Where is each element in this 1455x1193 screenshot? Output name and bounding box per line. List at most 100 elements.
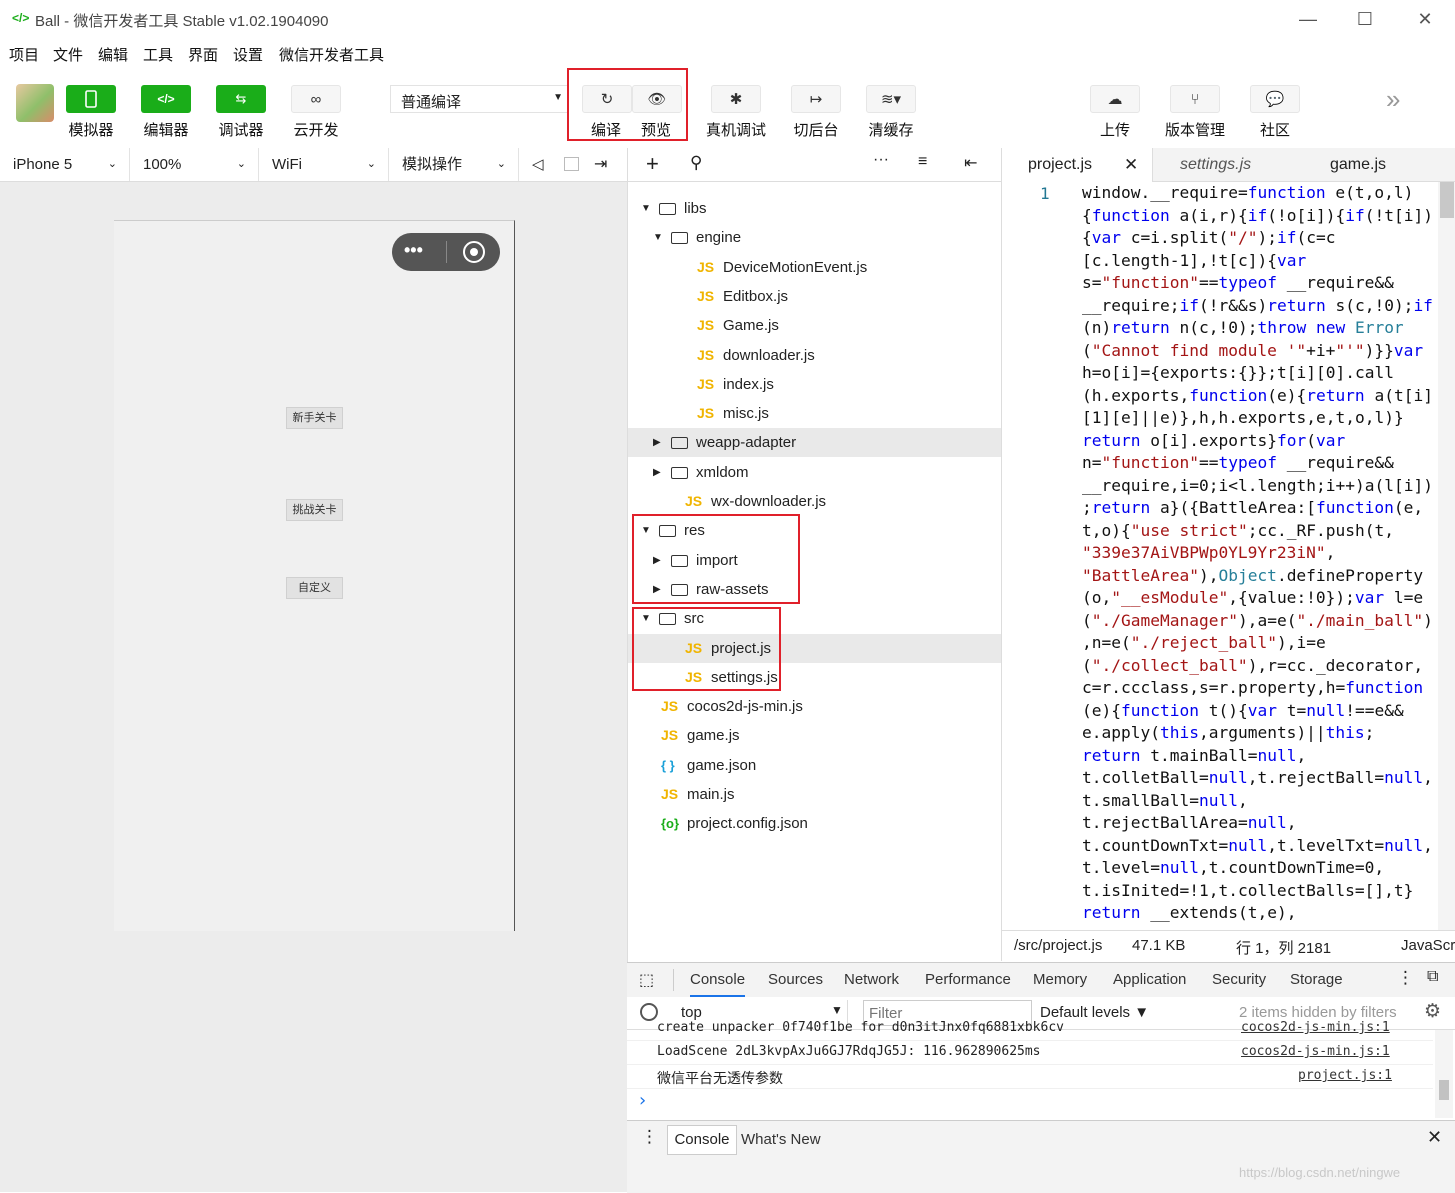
code-line[interactable]: s="function"==typeof __require&& <box>1082 272 1433 295</box>
status-position[interactable]: 行 1，列 2181 <box>1236 937 1331 958</box>
code-line[interactable]: (e){function t(){var t=null!==e&& <box>1082 700 1433 723</box>
close-target-icon[interactable] <box>463 241 485 263</box>
code-line[interactable]: {var c=i.split("/");if(c=c <box>1082 227 1433 250</box>
menu-devtools[interactable]: 微信开发者工具 <box>279 44 384 65</box>
code-line[interactable]: ;return a}({BattleArea:[function(e, <box>1082 497 1433 520</box>
tree-file[interactable]: JS Game.js <box>628 311 1002 340</box>
code-line[interactable]: return __extends(t,e), <box>1082 902 1433 925</box>
console-source-link[interactable]: cocos2d-js-min.js:1 <box>1241 1044 1390 1059</box>
tab-sources[interactable]: Sources <box>768 963 823 997</box>
code-editor[interactable]: 1 window.__require=function e(t,o,l) {fun… <box>1001 182 1455 930</box>
caret-down-icon[interactable]: ▼ <box>653 223 663 252</box>
avatar[interactable] <box>16 84 54 122</box>
simulator-button[interactable] <box>66 85 116 113</box>
operation-select[interactable]: 模拟操作 ⌄ <box>389 148 519 181</box>
kebab-icon[interactable]: ⋮ <box>1397 968 1414 988</box>
collapse-all-icon[interactable]: ≡ <box>918 153 927 171</box>
code-line[interactable]: __require,i=0;i<l.length;i++)a(l[i]) <box>1082 475 1433 498</box>
console-scrollbar[interactable] <box>1435 1030 1453 1118</box>
capsule-menu[interactable]: ••• <box>392 233 500 271</box>
tree-file[interactable]: JS DeviceMotionEvent.js <box>628 253 1002 282</box>
tab-application[interactable]: Application <box>1113 963 1186 997</box>
upload-button[interactable]: ☁ <box>1090 85 1140 113</box>
caret-down-icon[interactable]: ▼ <box>641 194 651 223</box>
code-line[interactable]: (h.exports,function(e){return a(t[i] <box>1082 385 1433 408</box>
console-source-link[interactable]: cocos2d-js-min.js:1 <box>1241 1020 1390 1035</box>
custom-level-button[interactable]: 自定义 <box>286 577 343 599</box>
tree-file[interactable]: JS index.js <box>628 370 1002 399</box>
zoom-select[interactable]: 100% ⌄ <box>130 148 259 181</box>
tree-file[interactable]: JS Editbox.js <box>628 282 1002 311</box>
community-button[interactable]: 💬 <box>1250 85 1300 113</box>
preview-button[interactable]: 👁 <box>632 85 682 113</box>
volume-icon[interactable]: ◁ <box>532 155 544 173</box>
tree-folder[interactable]: ▶ weapp-adapter <box>628 428 1002 458</box>
menu-project[interactable]: 项目 <box>9 44 39 65</box>
menu-edit[interactable]: 编辑 <box>98 44 128 65</box>
code-line[interactable]: [c.length-1],!t[c]){var <box>1082 250 1433 273</box>
screen-icon[interactable] <box>564 157 579 171</box>
search-icon[interactable]: ⚲ <box>690 153 702 173</box>
code-line[interactable]: "339e37AiVBPWp0YL9Yr23iN", <box>1082 542 1433 565</box>
menu-view[interactable]: 界面 <box>188 44 218 65</box>
editor-button[interactable]: </> <box>141 85 191 113</box>
background-button[interactable]: ↦ <box>791 85 841 113</box>
split-icon[interactable]: ⇤ <box>964 153 977 173</box>
tab-network[interactable]: Network <box>844 963 899 997</box>
drawer-tab-console[interactable]: Console <box>667 1125 737 1155</box>
close-drawer-icon[interactable]: ✕ <box>1427 1127 1442 1148</box>
console-source-link[interactable]: project.js:1 <box>1298 1068 1392 1083</box>
debugger-button[interactable]: ⇆ <box>216 85 266 113</box>
more-icon[interactable]: » <box>1386 84 1400 115</box>
code-line[interactable]: window.__require=function e(t,o,l) <box>1082 182 1433 205</box>
menu-settings[interactable]: 设置 <box>233 44 263 65</box>
compile-mode-select[interactable]: 普通编译 ▼ <box>390 85 568 113</box>
dock-icon[interactable]: ⧉ <box>1427 968 1438 986</box>
tree-file[interactable]: JS wx-downloader.js <box>628 487 1002 516</box>
code-line[interactable]: ("Cannot find module '"+i+"'")}}var <box>1082 340 1433 363</box>
tab-console[interactable]: Console <box>690 963 746 997</box>
caret-right-icon[interactable]: ▶ <box>653 428 661 457</box>
code-content[interactable]: window.__require=function e(t,o,l) {funct… <box>1082 182 1433 925</box>
caret-right-icon[interactable]: ▶ <box>653 458 661 487</box>
minimize-button[interactable]: — <box>1288 6 1328 32</box>
cloud-dev-button[interactable]: ∞ <box>291 85 341 113</box>
code-line[interactable]: e.apply(this,arguments)||this; <box>1082 722 1433 745</box>
code-line[interactable]: return t.mainBall=null, <box>1082 745 1433 768</box>
compile-button[interactable]: ↻ <box>582 85 632 113</box>
tab-performance[interactable]: Performance <box>925 963 1011 997</box>
tab-memory[interactable]: Memory <box>1033 963 1087 997</box>
tree-file[interactable]: JS game.js <box>628 721 1002 750</box>
code-line[interactable]: h=o[i]={exports:{}};t[i][0].call <box>1082 362 1433 385</box>
code-line[interactable]: (n)return n(c,!0);throw new Error <box>1082 317 1433 340</box>
tree-file[interactable]: JS cocos2d-js-min.js <box>628 692 1002 721</box>
code-line[interactable]: t.colletBall=null,t.rejectBall=null, <box>1082 767 1433 790</box>
more-icon[interactable]: ··· <box>873 151 889 169</box>
beginner-level-button[interactable]: 新手关卡 <box>286 407 343 429</box>
code-line[interactable]: [1][e]||e)},h,h.exports,e,t,o,l)} <box>1082 407 1433 430</box>
code-line[interactable]: t,o){"use strict";cc._RF.push(t, <box>1082 520 1433 543</box>
code-line[interactable]: return o[i].exports}for(var <box>1082 430 1433 453</box>
tree-file[interactable]: { } game.json <box>628 751 1002 780</box>
add-icon[interactable]: + <box>646 151 659 177</box>
tree-folder[interactable]: ▶ xmldom <box>628 458 1002 487</box>
tree-file[interactable]: JS misc.js <box>628 399 1002 428</box>
code-line[interactable]: __require;if(!r&&s)return s(c,!0);if <box>1082 295 1433 318</box>
code-line[interactable]: n="function"==typeof __require&& <box>1082 452 1433 475</box>
drawer-tab-whats-new[interactable]: What's New <box>741 1131 821 1148</box>
menu-file[interactable]: 文件 <box>53 44 83 65</box>
maximize-button[interactable]: ☐ <box>1345 6 1385 32</box>
tree-file[interactable]: JS main.js <box>628 780 1002 809</box>
close-icon[interactable]: ✕ <box>1124 148 1138 181</box>
code-line[interactable]: (o,"__esModule",{value:!0});var l=e <box>1082 587 1433 610</box>
challenge-level-button[interactable]: 挑战关卡 <box>286 499 343 521</box>
inspect-icon[interactable]: ⬚ <box>639 970 654 990</box>
code-line[interactable]: ("./collect_ball"),r=cc._decorator, <box>1082 655 1433 678</box>
scroll-thumb[interactable] <box>1440 182 1454 218</box>
network-select[interactable]: WiFi ⌄ <box>259 148 389 181</box>
detach-icon[interactable]: ⇥ <box>594 154 607 174</box>
code-line[interactable]: {function a(i,r){if(!o[i]){if(!t[i]) <box>1082 205 1433 228</box>
code-line[interactable]: t.level=null,t.countDownTime=0, <box>1082 857 1433 880</box>
code-line[interactable]: t.smallBall=null, <box>1082 790 1433 813</box>
code-line[interactable]: t.rejectBallArea=null, <box>1082 812 1433 835</box>
